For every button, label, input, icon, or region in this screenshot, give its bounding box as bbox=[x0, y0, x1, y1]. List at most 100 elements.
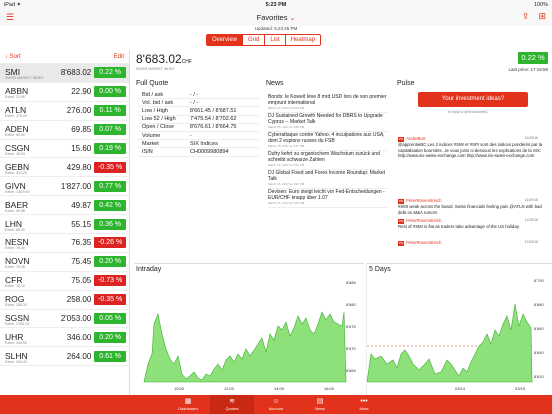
quote-label: Low / High bbox=[142, 107, 168, 114]
news-item[interactable]: Dufry kehrt zu organischem Wachstum zurü… bbox=[268, 151, 388, 170]
list-item[interactable]: CSGN Extrm. 15.63 15.60 0.19 % bbox=[0, 140, 129, 159]
intraday-chart[interactable]: Intraday 8'685 8'680 8'675 8'670 8'665 1… bbox=[134, 263, 364, 395]
more-icon: ••• bbox=[360, 398, 368, 405]
price: 69.85 bbox=[71, 125, 92, 135]
post-date: 11/29/16 bbox=[524, 198, 538, 202]
menu-icon[interactable]: ☰ bbox=[6, 12, 14, 23]
pulse-title: Pulse bbox=[397, 80, 415, 87]
tab-heatmap[interactable]: Heatmap bbox=[286, 35, 320, 45]
list-item[interactable]: SLHN Extrm. 264.40 264.00 0.61 % bbox=[0, 347, 129, 367]
news-item[interactable]: DJ Sustained Growth Needed for DBRS to U… bbox=[268, 113, 388, 132]
news-time: March 14, 2017 at 5:00 PM bbox=[268, 106, 305, 111]
symbol-subtitle: Extrm. 55.20 bbox=[5, 227, 25, 232]
post-text: Rest of #SMI is flat as traders take adv… bbox=[398, 224, 520, 230]
tab-overview[interactable]: Overview bbox=[207, 35, 244, 45]
tab-grid[interactable]: Grid bbox=[243, 35, 266, 45]
tab-more[interactable]: ••• More bbox=[342, 395, 386, 414]
news-item[interactable]: Devisen: Euro steigt leicht vor Fed-Ents… bbox=[268, 189, 388, 208]
updated-time: Updated: 5:23:45 PM bbox=[254, 26, 298, 31]
svg-text:12:00: 12:00 bbox=[224, 386, 235, 391]
pulse-post[interactable]: PR PeterRosenstreich 11/24/16 bbox=[398, 240, 548, 247]
change-badge: 0.20 % bbox=[94, 331, 126, 343]
share-icon[interactable]: ⇪ bbox=[522, 11, 530, 22]
symbol-subtitle: Extrm. 258.30 bbox=[5, 303, 27, 308]
list-item[interactable]: NOVN Extrm. 75.45 75.45 0.20 % bbox=[0, 253, 129, 272]
edit-button[interactable]: Edit bbox=[114, 54, 124, 60]
pulse-post[interactable]: PR PeterRosenstreich 11/29/16 #SMI weak a… bbox=[398, 198, 548, 215]
price: 76.35 bbox=[71, 238, 92, 248]
list-item[interactable]: NESN Extrm. 76.40 76.35 -0.26 % bbox=[0, 234, 129, 253]
news-time: March 15, 2017 at 4:50 PM bbox=[268, 201, 305, 206]
quote-label: Low 52 / High bbox=[142, 116, 176, 123]
news-headline: Dufry kehrt zu organischem Wachstum zurü… bbox=[268, 151, 380, 163]
sort-button[interactable]: ↓ Sort bbox=[5, 54, 21, 60]
news-item[interactable]: Bonds: le Koweït lève 8 mrd USD lors de … bbox=[268, 94, 388, 113]
reply-note: In reply to @beaumont#C bbox=[448, 110, 488, 114]
index-name: SWISS MARKET INDEX bbox=[136, 67, 175, 71]
news-headline: DJ Sustained Growth Needed for DBRS to U… bbox=[268, 113, 383, 125]
quote-value: - / - bbox=[190, 99, 199, 106]
price: 346.00 bbox=[66, 332, 92, 342]
change-badge: 0.20 % bbox=[94, 256, 126, 268]
list-item[interactable]: UHR Extrm. 346.00 346.00 0.20 % bbox=[0, 328, 129, 348]
quote-row: Vol. bid / ask - / - bbox=[138, 99, 260, 108]
pulse-post[interactable]: PR AndreBurt 11/29/16 @apprentieBC Les 2 … bbox=[398, 136, 548, 158]
investment-ideas-button[interactable]: Your investment ideas? bbox=[418, 92, 528, 107]
post-user: PeterRosenstreich bbox=[406, 218, 442, 223]
account-icon: ☺ bbox=[272, 398, 280, 405]
svg-text:03/14: 03/14 bbox=[455, 386, 466, 391]
list-item[interactable]: LHN Extrm. 55.20 55.15 0.36 % bbox=[0, 215, 129, 235]
last-price-time: Last price: 17:19:59 bbox=[508, 67, 548, 72]
favorites-selector[interactable]: Favorites ⌄ bbox=[257, 13, 296, 22]
gear-icon[interactable]: ⚙ bbox=[515, 93, 524, 104]
post-user: PeterRosenstreich bbox=[406, 198, 442, 203]
index-price: 8'683.02CHF bbox=[136, 52, 192, 66]
list-item[interactable]: GEBN Extrm. 431.20 429.80 -0.35 % bbox=[0, 158, 129, 178]
fiveday-chart[interactable]: 5 Days 8'700 8'680 8'660 8'640 8'620 03/… bbox=[366, 263, 552, 395]
list-item[interactable]: SGSN Extrm. 2'051.00 2'053.00 0.05 % bbox=[0, 310, 129, 329]
svg-text:8'700: 8'700 bbox=[534, 278, 544, 283]
tab-quotes[interactable]: ≋ Quotes bbox=[210, 395, 254, 414]
svg-text:8'685: 8'685 bbox=[346, 280, 356, 285]
price: 1'827.00 bbox=[60, 181, 92, 191]
list-item[interactable]: GIVN Extrm. 1'829.00 1'827.00 0.77 % bbox=[0, 177, 129, 197]
list-item[interactable]: ADEN Extrm. 69.90 69.85 0.07 % bbox=[0, 121, 129, 140]
news-time: March 15, 2017 at 4:57 PM bbox=[268, 144, 305, 149]
list-item[interactable]: ABBN Extrm. 22.95 22.90 0.00 % bbox=[0, 83, 129, 102]
pulse-post[interactable]: PR PeterRosenstreich 11/25/16 Rest of #SM… bbox=[398, 218, 548, 230]
list-item[interactable]: ROG Extrm. 258.30 258.00 -0.35 % bbox=[0, 291, 129, 310]
tab-news[interactable]: ▤ News bbox=[298, 395, 342, 414]
symbol-subtitle: Extrm. 75.45 bbox=[5, 265, 25, 270]
news-icon: ▤ bbox=[316, 398, 324, 405]
price: 15.60 bbox=[71, 144, 92, 153]
tab-list[interactable]: List bbox=[265, 35, 286, 45]
tab-dashboard[interactable]: ▦ Dashboard bbox=[166, 395, 210, 414]
change-badge: 0.05 % bbox=[94, 313, 126, 325]
list-item[interactable]: CFR Extrm. 75.10 75.05 -0.73 % bbox=[0, 272, 129, 291]
list-item[interactable]: SMI SWISS MARKET INDEX 8'683.02 0.22 % bbox=[0, 64, 129, 83]
news-item[interactable]: DJ Global Fixed and Forex Income Roundup… bbox=[268, 170, 388, 189]
fiveday-plot: 8'700 8'680 8'660 8'640 8'620 03/14 03/1… bbox=[367, 278, 544, 391]
tab-account[interactable]: ☺ Account bbox=[254, 395, 298, 414]
svg-text:10:00: 10:00 bbox=[174, 386, 185, 391]
change-badge: 0.07 % bbox=[94, 124, 126, 136]
price: 8'683.02 bbox=[60, 68, 92, 78]
list-item[interactable]: ATLN Extrm. 276.40 276.00 0.11 % bbox=[0, 102, 129, 121]
price: 75.45 bbox=[71, 257, 92, 267]
svg-text:8'620: 8'620 bbox=[534, 374, 544, 379]
news-headline: Cyberattaque contre Yahoo: 4 inculpation… bbox=[268, 132, 385, 144]
tab-label: Dashboard bbox=[178, 406, 198, 411]
add-icon[interactable]: ⊞ bbox=[538, 11, 546, 22]
symbol-subtitle: Extrm. 69.90 bbox=[5, 133, 25, 138]
watchlist: ↓ Sort Edit SMI SWISS MARKET INDEX 8'683… bbox=[0, 50, 130, 395]
change-badge: -0.35 % bbox=[94, 294, 126, 306]
quote-row: Volume - bbox=[138, 132, 260, 141]
list-item[interactable]: BAER Extrm. 49.98 49.87 0.42 % bbox=[0, 196, 129, 216]
quote-label: Bid / ask bbox=[142, 91, 164, 98]
news-item[interactable]: Cyberattaque contre Yahoo: 4 inculpation… bbox=[268, 132, 388, 151]
svg-text:8'665: 8'665 bbox=[346, 368, 356, 373]
symbol-subtitle: SWISS MARKET INDEX bbox=[5, 76, 44, 81]
tab-label: Quotes bbox=[225, 406, 239, 411]
clock: 5:23 PM bbox=[265, 1, 287, 8]
dashboard-icon: ▦ bbox=[184, 398, 192, 405]
